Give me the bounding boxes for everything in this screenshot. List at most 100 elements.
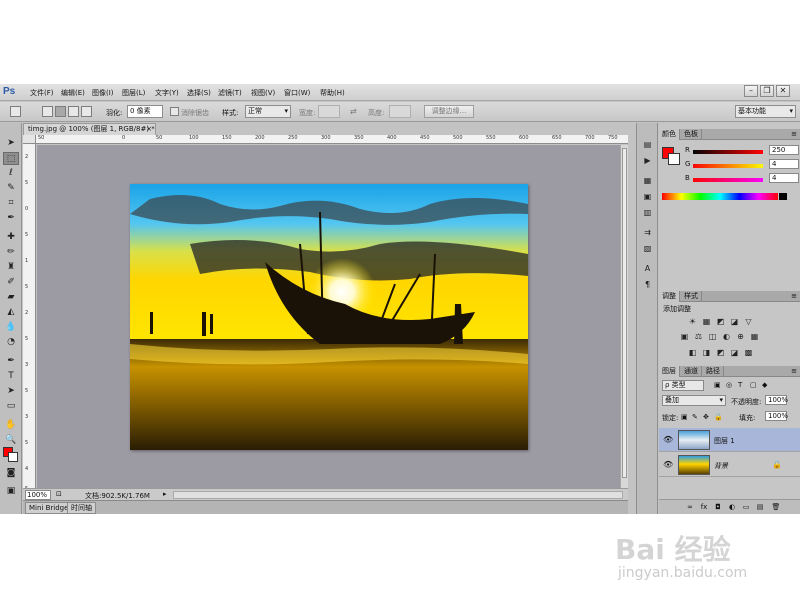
menu-select[interactable]: 选择(S) xyxy=(187,88,211,98)
move-tool-icon[interactable]: ➤ xyxy=(3,137,19,150)
close-icon[interactable]: × xyxy=(146,124,152,135)
visibility-eye-icon[interactable]: 👁 xyxy=(663,435,673,444)
marquee-tool-icon[interactable]: ⬚ xyxy=(3,152,19,165)
clone-stamp-tool-icon[interactable]: ♜ xyxy=(3,261,19,274)
lock-all-icon[interactable]: 🔒 xyxy=(714,413,723,421)
screen-mode-icon[interactable]: ▣ xyxy=(3,485,19,498)
menu-image[interactable]: 图像(I) xyxy=(92,88,114,98)
shape-tool-icon[interactable]: ▭ xyxy=(3,400,19,413)
color-lookup-adjust-icon[interactable]: ▦ xyxy=(749,332,760,342)
width-input[interactable] xyxy=(318,105,340,118)
gradient-map-adjust-icon[interactable]: ◪ xyxy=(729,348,740,358)
tab-color[interactable]: 颜色 xyxy=(659,129,680,140)
eraser-tool-icon[interactable]: ▰ xyxy=(3,291,19,304)
restore-button[interactable]: ❐ xyxy=(760,85,774,97)
healing-brush-tool-icon[interactable]: ✚ xyxy=(3,231,19,244)
document-tab[interactable]: timg.jpg @ 100% (图层 1, RGB/8#) * × xyxy=(23,123,156,135)
new-group-icon[interactable]: ▭ xyxy=(741,503,751,512)
tab-adjustments[interactable]: 调整 xyxy=(659,291,680,302)
tab-timeline[interactable]: 时间轴 xyxy=(67,502,96,514)
green-slider[interactable] xyxy=(693,164,763,168)
pen-tool-icon[interactable]: ✒ xyxy=(3,355,19,368)
color-ramp[interactable] xyxy=(662,193,778,200)
blue-value-input[interactable]: 4 xyxy=(769,173,799,183)
info-panel-icon[interactable]: ▧ xyxy=(641,243,654,255)
clone-source-panel-icon[interactable]: ⇉ xyxy=(641,227,654,239)
posterize-adjust-icon[interactable]: ◨ xyxy=(701,348,712,358)
layer-style-icon[interactable]: fx xyxy=(699,503,709,512)
tab-layers[interactable]: 图层 xyxy=(659,366,680,377)
layer-name[interactable]: 图层 1 xyxy=(714,436,735,446)
add-selection-icon[interactable] xyxy=(55,106,66,117)
tab-mini-bridge[interactable]: Mini Bridge xyxy=(25,502,73,514)
character-panel-icon[interactable]: A xyxy=(641,263,654,275)
filter-pixel-icon[interactable]: ▣ xyxy=(714,381,721,389)
quick-mask-icon[interactable]: ◙ xyxy=(3,467,19,480)
actions-panel-icon[interactable]: ▶ xyxy=(641,155,654,167)
new-adjustment-layer-icon[interactable]: ◐ xyxy=(727,503,737,512)
vertical-scrollbar[interactable] xyxy=(620,145,628,488)
new-layer-icon[interactable]: ▤ xyxy=(755,503,765,512)
vertical-ruler[interactable]: 2 5 0 5 1 5 2 5 3 5 3 5 4 5 xyxy=(23,144,36,499)
layer-filter-select[interactable]: ρ 类型 xyxy=(662,380,704,391)
blue-slider[interactable] xyxy=(693,178,763,182)
color-balance-adjust-icon[interactable]: ⚖ xyxy=(693,332,704,342)
horizontal-ruler[interactable]: 50 0 50 100 150 200 250 300 350 400 450 … xyxy=(36,135,628,144)
fill-input[interactable]: 100% xyxy=(765,411,788,421)
tab-paths[interactable]: 路径 xyxy=(703,366,724,377)
minimize-button[interactable]: – xyxy=(744,85,758,97)
photo-filter-adjust-icon[interactable]: ◐ xyxy=(721,332,732,342)
threshold-adjust-icon[interactable]: ◩ xyxy=(715,348,726,358)
red-slider[interactable] xyxy=(693,150,763,154)
menu-filter[interactable]: 滤镜(T) xyxy=(218,88,242,98)
selective-color-adjust-icon[interactable]: ▩ xyxy=(743,348,754,358)
brightness-adjust-icon[interactable]: ☀ xyxy=(687,317,698,327)
menu-layer[interactable]: 图层(L) xyxy=(122,88,145,98)
swatch-panel-icon[interactable]: ▣ xyxy=(641,191,654,203)
menu-type[interactable]: 文字(Y) xyxy=(155,88,179,98)
layer-name[interactable]: 背景 xyxy=(714,461,728,471)
levels-adjust-icon[interactable]: ▦ xyxy=(701,317,712,327)
filter-adjust-icon[interactable]: ◎ xyxy=(726,381,732,389)
feather-input[interactable]: 0 像素 xyxy=(127,105,163,118)
curves-adjust-icon[interactable]: ◩ xyxy=(715,317,726,327)
tool-presets-panel-icon[interactable]: ▥ xyxy=(641,207,654,219)
layer-row-background[interactable]: 👁 背景 🔒 xyxy=(659,453,800,477)
swap-icon[interactable]: ⇄ xyxy=(350,107,357,116)
background-color-swatch[interactable] xyxy=(668,153,680,165)
color-ramp-black[interactable] xyxy=(779,193,787,200)
vibrance-adjust-icon[interactable]: ▽ xyxy=(743,317,754,327)
path-select-tool-icon[interactable]: ➤ xyxy=(3,385,19,398)
panel-menu-icon[interactable]: ≡ xyxy=(791,129,797,139)
quick-select-tool-icon[interactable]: ✎ xyxy=(3,182,19,195)
channel-mixer-adjust-icon[interactable]: ⊕ xyxy=(735,332,746,342)
filter-shape-icon[interactable]: ▢ xyxy=(750,381,757,389)
intersect-selection-icon[interactable] xyxy=(81,106,92,117)
blur-tool-icon[interactable]: 💧 xyxy=(3,321,19,334)
chevron-right-icon[interactable]: ▸ xyxy=(163,490,167,498)
lock-pixels-icon[interactable]: ✎ xyxy=(692,413,698,421)
dodge-tool-icon[interactable]: ◔ xyxy=(3,336,19,349)
eyedropper-tool-icon[interactable]: ✒ xyxy=(3,212,19,225)
scrollbar-thumb[interactable] xyxy=(622,148,627,478)
black-white-adjust-icon[interactable]: ◫ xyxy=(707,332,718,342)
lock-transparency-icon[interactable]: ▣ xyxy=(681,413,688,421)
antialias-checkbox[interactable] xyxy=(170,107,179,116)
red-value-input[interactable]: 250 xyxy=(769,145,799,155)
refine-edge-button[interactable]: 调整边缘... xyxy=(424,105,474,118)
tab-swatches[interactable]: 色板 xyxy=(681,129,702,140)
close-button[interactable]: ✕ xyxy=(776,85,790,97)
background-color-swatch[interactable] xyxy=(8,452,18,462)
blend-mode-select[interactable]: 叠加 ▾ xyxy=(662,395,726,406)
opacity-input[interactable]: 100% xyxy=(765,395,788,405)
height-input[interactable] xyxy=(389,105,411,118)
export-icon[interactable]: ⊡ xyxy=(56,490,62,498)
menu-view[interactable]: 视图(V) xyxy=(251,88,275,98)
lasso-tool-icon[interactable]: ℓ xyxy=(3,167,19,180)
crop-tool-icon[interactable]: ⌗ xyxy=(3,197,19,210)
zoom-tool-icon[interactable]: 🔍 xyxy=(3,434,19,447)
invert-adjust-icon[interactable]: ◧ xyxy=(687,348,698,358)
tab-channels[interactable]: 通道 xyxy=(681,366,702,377)
menu-window[interactable]: 窗口(W) xyxy=(284,88,310,98)
delete-layer-icon[interactable]: 🗑 xyxy=(771,503,781,512)
